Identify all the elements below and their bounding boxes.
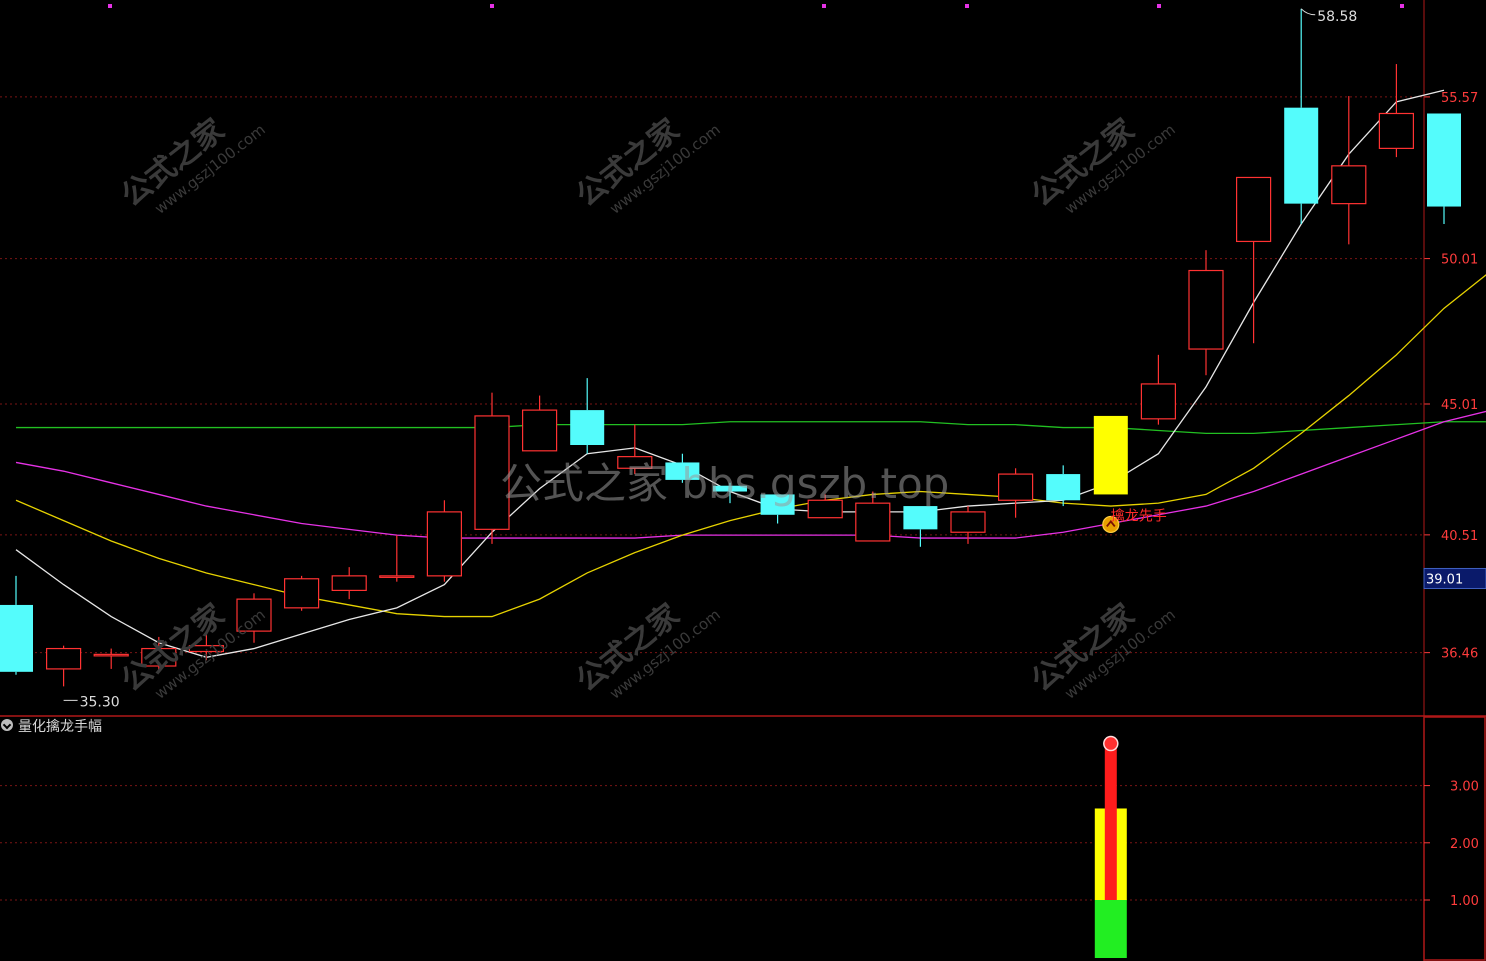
indicator-title: 量化擒龙手幅 [18, 719, 102, 735]
candle-body [950, 511, 986, 533]
y-tick-label: 45.01 [1441, 398, 1478, 413]
sub-y-tick-label: 1.00 [1450, 894, 1479, 909]
ma-line-ma_green [16, 421, 1486, 435]
candle-body [1378, 112, 1415, 149]
sub-y-tick-label: 2.00 [1450, 837, 1479, 852]
candle-body [1093, 415, 1128, 495]
header-dot [1157, 4, 1161, 8]
sub-y-tick-label: 3.00 [1450, 780, 1479, 795]
y-tick-label: 40.51 [1441, 529, 1478, 544]
min-price-label: 35.30 [80, 694, 120, 710]
panel-toggle-icon[interactable] [1, 719, 13, 731]
indicator-bar-segment [1104, 745, 1117, 900]
ma-line-ma_yellow [15, 274, 1486, 618]
y-tick-label: 50.01 [1441, 253, 1478, 268]
y-tick-label: 36.46 [1441, 647, 1478, 662]
header-dot [108, 4, 112, 8]
header-dot [1400, 4, 1404, 8]
candle-body [1331, 165, 1367, 205]
candle-body [0, 604, 33, 672]
candle-body [284, 578, 320, 609]
center-watermark: 公式之家 bbs.gszb.top [500, 459, 950, 508]
candle-body [331, 575, 367, 592]
y-tick-label: 55.57 [1441, 91, 1478, 106]
max-price-label: 58.58 [1317, 9, 1357, 25]
candle-body [45, 647, 82, 670]
candle-body [997, 473, 1034, 501]
indicator-bar-segment [1094, 900, 1127, 958]
header-dot [965, 4, 969, 8]
signal-label: 擒龙先手 [1111, 507, 1167, 524]
header-dot [490, 4, 494, 8]
max-pointer [1300, 8, 1316, 16]
candle-body [1140, 383, 1177, 420]
price-marker-label: 39.01 [1426, 572, 1463, 587]
candle-body [1235, 176, 1272, 243]
candle-body [1284, 107, 1319, 204]
candle-body [1046, 474, 1081, 501]
candle-body [379, 575, 415, 578]
indicator-ball-icon [1103, 735, 1119, 752]
candle-body [426, 511, 462, 577]
candle-body [521, 409, 558, 452]
header-dot [822, 4, 826, 8]
candle-body [570, 410, 605, 446]
candle-body [1188, 269, 1224, 350]
candle-body [1427, 113, 1461, 207]
